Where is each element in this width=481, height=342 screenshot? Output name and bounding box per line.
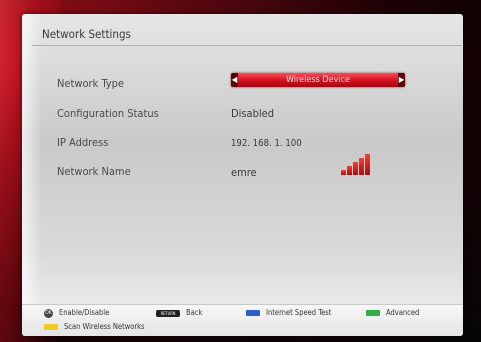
return-key-icon: RETURN — [156, 309, 180, 317]
network-type-label: Network Type — [57, 77, 125, 90]
scan-wireless-networks-hint[interactable]: Scan Wireless Networks — [44, 322, 145, 332]
network-settings-panel: Network Settings Network Type ◀ Wireless… — [22, 14, 463, 336]
blue-key-icon — [246, 310, 260, 316]
scan-wireless-networks-label: Scan Wireless Networks — [64, 322, 145, 331]
ip-address-label: IP Address — [57, 136, 109, 149]
signal-strength-icon — [341, 153, 371, 175]
page-title: Network Settings — [42, 27, 131, 41]
signal-bar — [365, 154, 370, 175]
footer-legend: OK Enable/Disable RETURN Back Internet Spe… — [22, 304, 463, 336]
yellow-key-icon — [44, 324, 58, 330]
title-divider — [32, 45, 462, 46]
signal-bar — [341, 170, 346, 175]
signal-bar — [359, 158, 364, 175]
advanced-label: Advanced — [386, 308, 420, 317]
arrow-left-icon[interactable]: ◀ — [231, 73, 238, 87]
network-type-value: Wireless Device — [285, 75, 351, 85]
signal-bar — [347, 166, 352, 175]
internet-speed-test-label: Internet Speed Test — [266, 308, 332, 317]
ip-address-value: 192. 168. 1. 100 — [231, 138, 302, 149]
panel-edge-highlight — [22, 14, 42, 336]
advanced-hint[interactable]: Advanced — [366, 308, 419, 318]
arrow-right-icon[interactable]: ▶ — [398, 73, 405, 87]
green-key-icon — [366, 310, 380, 316]
configuration-status-label: Configuration Status — [57, 107, 159, 120]
enable-disable-hint[interactable]: OK Enable/Disable — [44, 308, 109, 318]
back-hint[interactable]: RETURN Back — [156, 308, 202, 318]
network-name-value: emre — [231, 166, 257, 179]
ok-key-icon: OK — [44, 308, 53, 318]
network-type-selector[interactable]: ◀ Wireless Device ▶ — [231, 73, 405, 87]
enable-disable-label: Enable/Disable — [59, 308, 110, 317]
back-label: Back — [186, 308, 203, 317]
internet-speed-test-hint[interactable]: Internet Speed Test — [246, 308, 331, 318]
signal-bar — [353, 162, 358, 175]
network-name-label: Network Name — [57, 165, 131, 178]
configuration-status-value: Disabled — [231, 107, 275, 120]
